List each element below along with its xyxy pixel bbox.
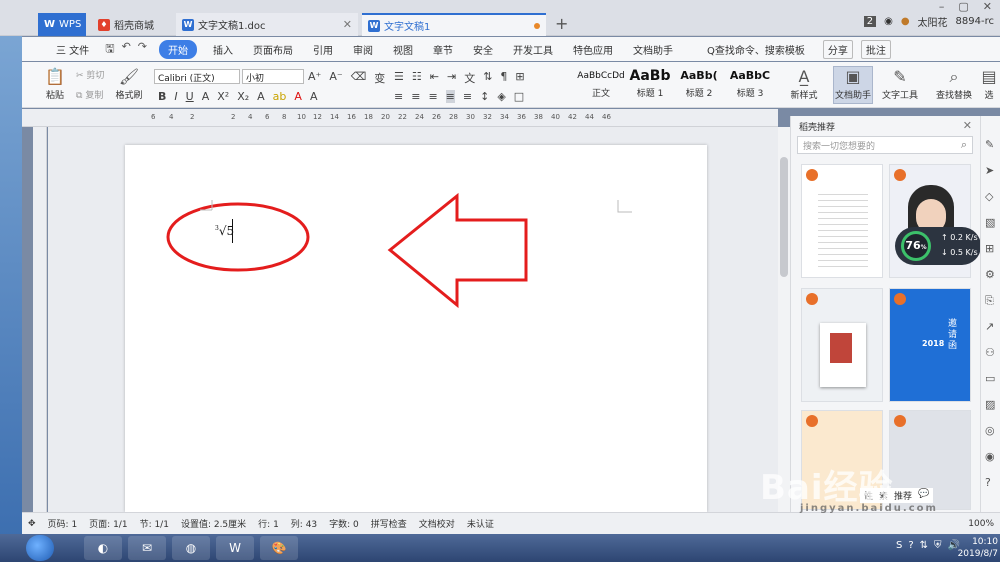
network-speed-widget[interactable]: 76% ↑ 0.2 K/s ↓ 0.5 K/s xyxy=(895,227,981,265)
status-word-count[interactable]: 字数: 0 xyxy=(329,517,359,530)
search-placeholder: 搜索一切您想要的 xyxy=(803,142,876,152)
backup-icon[interactable]: ⎘ xyxy=(985,294,994,308)
pen-icon[interactable]: ✎ xyxy=(985,138,994,151)
upload-value: 0.2 xyxy=(950,233,963,242)
settings-icon[interactable]: ⚙ xyxy=(985,268,995,281)
start-button[interactable] xyxy=(26,535,54,561)
daoke-badge-icon xyxy=(894,169,906,181)
tray-network-icon[interactable]: ⇅ xyxy=(920,540,928,551)
taskbar-app-paint[interactable]: 🎨 xyxy=(260,536,298,560)
daoke-badge-icon xyxy=(806,293,818,305)
download-speed: ↓ 0.5 K/s xyxy=(941,248,978,257)
download-value: 0.5 xyxy=(950,248,963,257)
watermark-url: jingyan.baidu.com xyxy=(800,503,938,514)
memory-percent: 76% xyxy=(901,231,931,261)
cursor-icon[interactable]: ➤ xyxy=(985,164,994,177)
compass-icon[interactable]: ◎ xyxy=(985,424,995,437)
speed-unit: K/s xyxy=(965,233,978,242)
scrollbar-thumb[interactable] xyxy=(780,157,788,277)
daoke-badge-icon xyxy=(806,169,818,181)
card-title: 邀请函 xyxy=(948,319,958,351)
template-card-resume[interactable] xyxy=(801,164,883,278)
auth-status[interactable]: 未认证 xyxy=(467,517,494,530)
help-icon[interactable]: ? xyxy=(985,476,991,489)
move-icon[interactable]: ✥ xyxy=(28,519,36,529)
red-arrow-annotation xyxy=(387,192,528,309)
upload-speed: ↑ 0.2 K/s xyxy=(941,233,978,242)
taskbar-app-media[interactable]: ◐ xyxy=(84,536,122,560)
windows-taskbar: ◐ ✉ ◍ W 🎨 S ? ⇅ ⛨ 🔊 10:10 2019/8/7 xyxy=(0,534,1000,562)
tray-shield-icon[interactable]: ⛨ xyxy=(934,540,942,551)
zoom-level[interactable]: 100% xyxy=(968,519,994,529)
document-preview xyxy=(818,189,868,269)
search-icon[interactable]: ⌕ xyxy=(961,138,967,152)
status-pages: 页面: 1/1 xyxy=(89,520,128,530)
status-setting: 设置值: 2.5厘米 xyxy=(180,520,247,530)
clock-time: 10:10 xyxy=(972,537,998,547)
shapes-icon[interactable]: ◇ xyxy=(985,190,993,203)
share-icon[interactable]: ↗ xyxy=(985,320,994,333)
system-tray: S ? ⇅ ⛨ 🔊 xyxy=(896,540,960,551)
template-card-blue-invite[interactable]: 2018 邀请函 xyxy=(889,288,971,402)
collab-icon[interactable]: ⚇ xyxy=(985,346,995,359)
status-row: 行: 1 xyxy=(258,520,279,530)
clock[interactable]: 10:10 2019/8/7 xyxy=(958,536,998,560)
vertical-scrollbar[interactable] xyxy=(778,127,790,512)
margin-mark-right xyxy=(617,200,632,213)
box-icon[interactable]: ▭ xyxy=(985,372,995,385)
status-bar: ✥ 页码: 1 页面: 1/1 节: 1/1 设置值: 2.5厘米 行: 1 列… xyxy=(22,512,1000,534)
invitation-photo xyxy=(830,333,852,363)
tray-s-icon[interactable]: S xyxy=(896,540,902,551)
baidu-watermark: Bai经验 jingyan.baidu.com xyxy=(760,460,938,514)
spell-check-button[interactable]: 拼写检查 xyxy=(371,517,407,530)
template-search-input[interactable]: 搜索一切您想要的 ⌕ xyxy=(797,136,973,154)
tray-help-icon[interactable]: ? xyxy=(908,540,913,551)
right-toolbar: ✎ ➤ ◇ ▧ ⊞ ⚙ ⎘ ↗ ⚇ ▭ ▨ ◎ ◉ ? xyxy=(980,116,1000,512)
daoke-badge-icon xyxy=(806,415,818,427)
percent-value: 76 xyxy=(905,239,921,252)
daoke-badge-icon xyxy=(894,415,906,427)
picture-icon[interactable]: ▨ xyxy=(985,398,995,411)
clock-date: 2019/8/7 xyxy=(957,549,998,559)
status-col: 列: 43 xyxy=(290,520,318,530)
red-ellipse-annotation xyxy=(166,202,310,272)
status-section: 节: 1/1 xyxy=(139,520,169,530)
proofread-button[interactable]: 文档校对 xyxy=(419,517,455,530)
image-icon[interactable]: ▧ xyxy=(985,216,995,229)
taskbar-app-wps[interactable]: W xyxy=(216,536,254,560)
status-page[interactable]: 页码: 1 xyxy=(48,517,78,530)
eye-icon[interactable]: ◉ xyxy=(985,450,995,463)
close-icon[interactable]: ✕ xyxy=(963,119,972,132)
card-year: 2018 xyxy=(922,339,945,348)
taskbar-app-chrome[interactable]: ◍ xyxy=(172,536,210,560)
speed-unit: K/s xyxy=(965,248,978,257)
table-icon[interactable]: ⊞ xyxy=(985,242,994,255)
taskbar-app-chat[interactable]: ✉ xyxy=(128,536,166,560)
side-panel-title[interactable]: 稻壳推荐 xyxy=(799,120,835,133)
template-card-invitation[interactable] xyxy=(801,288,883,402)
watermark-brand: Bai经验 xyxy=(760,468,894,508)
template-side-panel: 稻壳推荐 ✕ 搜索一切您想要的 ⌕ 2018 邀请函 xyxy=(790,116,980,512)
daoke-badge-icon xyxy=(894,293,906,305)
